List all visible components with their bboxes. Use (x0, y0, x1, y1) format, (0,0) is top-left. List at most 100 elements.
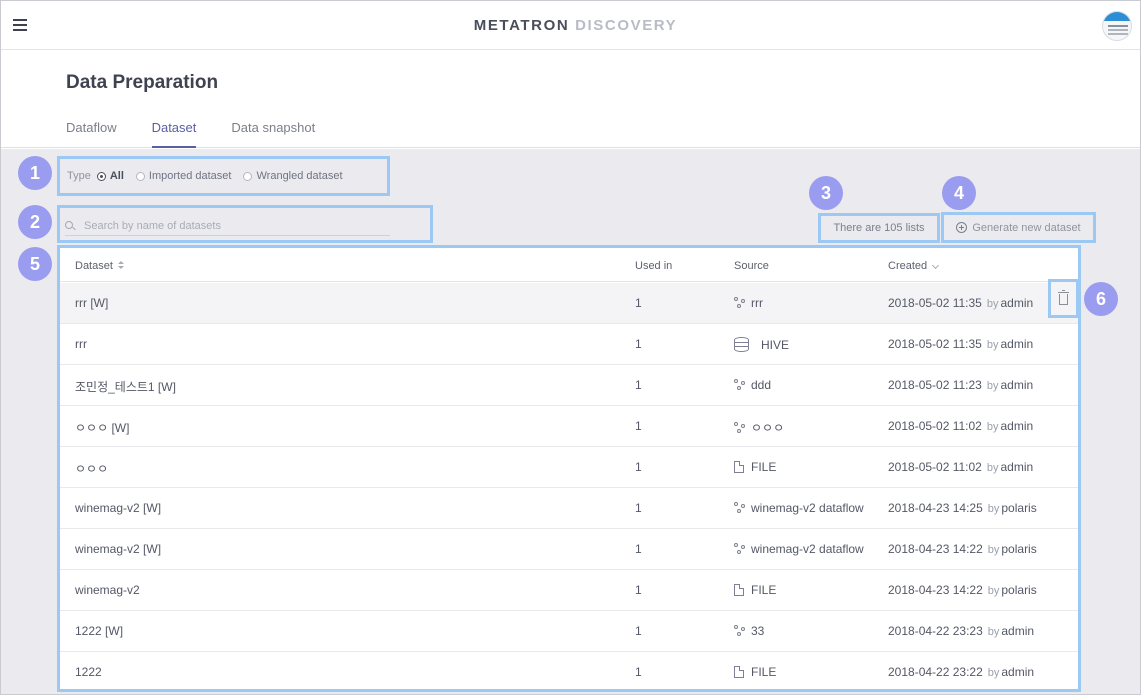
created-user: polaris (1001, 542, 1037, 556)
column-dataset[interactable]: Dataset (75, 260, 124, 272)
dataflow-icon (734, 421, 746, 434)
table-row[interactable]: rrr [W] 1 rrr 2018-05-02 11:35 by admin (60, 283, 1078, 324)
callout-badge-6: 6 (1084, 282, 1118, 316)
dataflow-icon (734, 297, 746, 309)
table-row[interactable]: 1222 [W] 1 33 2018-04-22 23:23 by admin (60, 611, 1078, 652)
sort-icon[interactable] (117, 261, 124, 269)
file-icon (734, 666, 744, 678)
source-name: FILE (751, 460, 777, 474)
used-in-count: 1 (635, 419, 642, 433)
created-date: 2018-05-02 11:35 (888, 296, 982, 310)
file-icon (734, 461, 744, 473)
used-in-count: 1 (635, 378, 642, 392)
search-input[interactable] (84, 219, 374, 232)
table-row[interactable]: 1222 1 FILE 2018-04-22 23:22 by admin (60, 652, 1078, 693)
used-in-count: 1 (635, 624, 642, 638)
created-date: 2018-05-02 11:23 (888, 378, 982, 392)
created-user: admin (1000, 378, 1034, 392)
created-cell: 2018-04-22 23:23 by admin (888, 624, 1034, 638)
created-cell: 2018-05-02 11:23 by admin (888, 378, 1033, 392)
table-row[interactable]: winemag-v2 1 FILE 2018-04-23 14:22 by polaris (60, 570, 1078, 611)
database-icon (734, 337, 749, 352)
created-cell: 2018-04-23 14:22 by polaris (888, 542, 1037, 556)
column-created[interactable]: Created (888, 260, 940, 272)
created-date: 2018-04-23 14:22 (888, 583, 983, 597)
callout-badge-1: 1 (18, 156, 52, 190)
created-cell: 2018-04-23 14:22 by polaris (888, 583, 1037, 597)
search-icon (65, 220, 75, 231)
callout-badge-2: 2 (18, 205, 52, 239)
list-count: There are 105 lists (818, 213, 940, 243)
radio-checked-icon[interactable] (96, 171, 106, 181)
used-in-count: 1 (635, 501, 642, 515)
type-label: Type (67, 170, 91, 182)
column-created-label: Created (888, 260, 928, 272)
used-in-count: 1 (635, 460, 642, 474)
created-user: polaris (1001, 501, 1037, 515)
chevron-down-icon[interactable] (932, 261, 940, 270)
by-label: by (987, 544, 1000, 556)
generate-button-label: Generate new dataset (972, 221, 1081, 234)
source-cell: FILE (734, 583, 776, 597)
callout-badge-3: 3 (809, 176, 843, 210)
dataset-name: winemag-v2 [W] (75, 542, 162, 556)
tab-dataflow[interactable]: Dataflow (66, 120, 117, 148)
page-header: Data Preparation Dataflow Dataset Data s… (1, 51, 1140, 148)
used-in-count: 1 (635, 665, 642, 679)
file-icon (734, 584, 744, 596)
table-row[interactable]: ㅇㅇㅇ 1 FILE 2018-05-02 11:02 by admin (60, 447, 1078, 488)
source-cell: ㅇㅇㅇ (734, 419, 784, 436)
type-filter: Type All Imported dataset Wrangled datas… (57, 156, 390, 196)
created-date: 2018-05-02 11:02 (888, 460, 982, 474)
radio-wrangled-dataset[interactable]: Wrangled dataset (243, 170, 343, 182)
source-cell: 33 (734, 624, 764, 638)
source-cell: ddd (734, 378, 771, 392)
dataset-name: 1222 [W] (75, 624, 124, 638)
radio-imported-dataset[interactable]: Imported dataset (135, 170, 231, 182)
search-box (57, 205, 433, 243)
table-header: Dataset Used in Source Created (60, 248, 1078, 282)
dataset-table: Dataset Used in Source Created rrr [W] 1 r… (57, 245, 1081, 693)
by-label: by (986, 298, 999, 310)
user-avatar-icon[interactable] (1102, 11, 1132, 41)
dataset-name: rrr (75, 337, 87, 351)
trash-icon[interactable] (1058, 290, 1069, 305)
dataset-name: 조민정_테스트1 [W] (75, 380, 176, 394)
tab-bar: Dataflow Dataset Data snapshot (66, 120, 350, 148)
created-user: polaris (1001, 583, 1037, 597)
source-cell: winemag-v2 dataflow (734, 501, 864, 515)
radio-all[interactable]: All (96, 170, 124, 182)
top-bar: METATRON DISCOVERY (1, 1, 1140, 50)
radio-unchecked-icon[interactable] (135, 171, 145, 181)
table-row[interactable]: rrr 1 HIVE 2018-05-02 11:35 by admin (60, 324, 1078, 365)
table-row[interactable]: 조민정_테스트1 [W] 1 ddd 2018-05-02 11:23 by admin (60, 365, 1078, 406)
created-user: admin (1001, 665, 1035, 679)
generate-new-dataset-button[interactable]: Generate new dataset (941, 212, 1096, 243)
dataflow-icon (734, 502, 746, 514)
created-user: admin (1001, 624, 1035, 638)
dataset-name: rrr [W] (75, 296, 109, 310)
brand-logo: METATRON DISCOVERY (1, 17, 1141, 34)
by-label: by (987, 585, 1000, 597)
radio-wrangled-label: Wrangled dataset (256, 170, 343, 182)
column-used-in: Used in (635, 260, 673, 272)
dataset-name: ㅇㅇㅇ [W] (75, 421, 130, 435)
table-row[interactable]: winemag-v2 [W] 1 winemag-v2 dataflow 2018-0… (60, 488, 1078, 529)
source-name: winemag-v2 dataflow (751, 501, 864, 515)
created-cell: 2018-05-02 11:02 by admin (888, 419, 1033, 433)
delete-button[interactable] (1048, 279, 1079, 318)
dataflow-icon (734, 543, 746, 555)
created-user: admin (1000, 460, 1034, 474)
created-cell: 2018-05-02 11:02 by admin (888, 460, 1033, 474)
table-row[interactable]: winemag-v2 [W] 1 winemag-v2 dataflow 2018-0… (60, 529, 1078, 570)
tab-dataset[interactable]: Dataset (151, 120, 197, 148)
radio-unchecked-icon[interactable] (243, 171, 253, 181)
brand-primary: METATRON (473, 17, 570, 34)
created-date: 2018-04-23 14:22 (888, 542, 983, 556)
tab-data-snapshot[interactable]: Data snapshot (231, 120, 315, 148)
callout-badge-5: 5 (18, 247, 52, 281)
source-cell: FILE (734, 665, 776, 679)
plus-circle-icon (956, 222, 968, 233)
table-row[interactable]: ㅇㅇㅇ [W] 1 ㅇㅇㅇ 2018-05-02 11:02 by admin (60, 406, 1078, 447)
used-in-count: 1 (635, 337, 642, 351)
